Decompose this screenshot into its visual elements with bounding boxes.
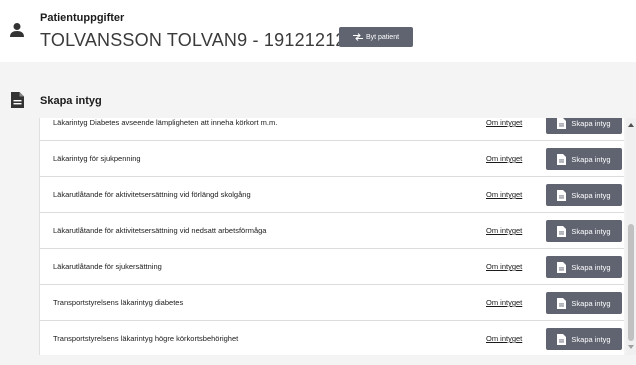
- about-certificate-link[interactable]: Om intyget: [486, 213, 522, 249]
- list-item: Transportstyrelsens läkarintyg högre kör…: [40, 321, 624, 355]
- section-title: Skapa intyg: [40, 95, 102, 107]
- create-certificate-label: Skapa intyg: [571, 226, 611, 236]
- document-icon: [557, 297, 567, 309]
- switch-patient-label: Byt patient: [365, 33, 400, 41]
- scroll-up-arrow-icon[interactable]: [628, 123, 634, 127]
- scrollbar-thumb[interactable]: [628, 224, 634, 341]
- certificate-name: Läkarutlåtande för sjukersättning: [53, 262, 162, 271]
- list-item: Läkarutlåtande för aktivitetsersättning …: [40, 177, 624, 213]
- switch-patient-button[interactable]: Byt patient: [339, 27, 413, 47]
- create-certificate-label: Skapa intyg: [571, 154, 611, 164]
- patient-header: Patientuppgifter TOLVANSSON TOLVAN9 - 19…: [0, 0, 636, 62]
- document-icon: [557, 333, 567, 345]
- certificate-name: Transportstyrelsens läkarintyg diabetes: [53, 298, 184, 307]
- create-certificate-label: Skapa intyg: [571, 118, 611, 128]
- list-item: Läkarintyg för sjukpenning Om intyget Sk…: [40, 141, 624, 177]
- list-scrollbar[interactable]: [626, 118, 636, 355]
- certificate-name: Läkarintyg Diabetes avseende lämplighete…: [53, 118, 278, 127]
- about-certificate-link[interactable]: Om intyget: [486, 285, 522, 321]
- about-certificate-link[interactable]: Om intyget: [486, 118, 522, 141]
- create-certificate-label: Skapa intyg: [571, 334, 611, 344]
- about-certificate-link[interactable]: Om intyget: [486, 321, 522, 355]
- create-certificate-button[interactable]: Skapa intyg: [546, 220, 622, 242]
- about-certificate-link[interactable]: Om intyget: [486, 177, 522, 213]
- scroll-down-arrow-icon[interactable]: [628, 345, 634, 349]
- person-icon: [10, 23, 24, 37]
- list-item: Läkarintyg Diabetes avseende lämplighete…: [40, 118, 624, 141]
- certificate-name: Läkarutlåtande för aktivitetsersättning …: [53, 190, 251, 199]
- patient-info-label: Patientuppgifter: [40, 12, 125, 24]
- list-item: Transportstyrelsens läkarintyg diabetes …: [40, 285, 624, 321]
- certificate-name: Transportstyrelsens läkarintyg högre kör…: [53, 334, 239, 343]
- create-certificate-label: Skapa intyg: [571, 190, 611, 200]
- document-icon: [557, 189, 567, 201]
- swap-arrows-icon: [352, 33, 363, 41]
- document-icon: [557, 261, 567, 273]
- document-icon: [557, 153, 567, 165]
- about-certificate-link[interactable]: Om intyget: [486, 141, 522, 177]
- create-certificate-button[interactable]: Skapa intyg: [546, 184, 622, 206]
- create-certificate-button[interactable]: Skapa intyg: [546, 328, 622, 350]
- create-certificate-label: Skapa intyg: [571, 298, 611, 308]
- list-item: Läkarutlåtande för aktivitetsersättning …: [40, 213, 624, 249]
- create-certificate-label: Skapa intyg: [571, 262, 611, 272]
- create-certificate-button[interactable]: Skapa intyg: [546, 256, 622, 278]
- certificate-list: Läkarintyg Diabetes avseende lämplighete…: [39, 118, 624, 355]
- document-icon: [557, 118, 567, 129]
- create-certificate-button[interactable]: Skapa intyg: [546, 118, 622, 134]
- certificate-name: Läkarutlåtande för aktivitetsersättning …: [53, 226, 267, 235]
- document-icon: [557, 225, 567, 237]
- certificate-name: Läkarintyg för sjukpenning: [53, 154, 141, 163]
- create-certificate-button[interactable]: Skapa intyg: [546, 148, 622, 170]
- document-icon: [11, 92, 24, 108]
- list-item: Läkarutlåtande för sjukersättning Om int…: [40, 249, 624, 285]
- about-certificate-link[interactable]: Om intyget: [486, 249, 522, 285]
- create-certificate-button[interactable]: Skapa intyg: [546, 292, 622, 314]
